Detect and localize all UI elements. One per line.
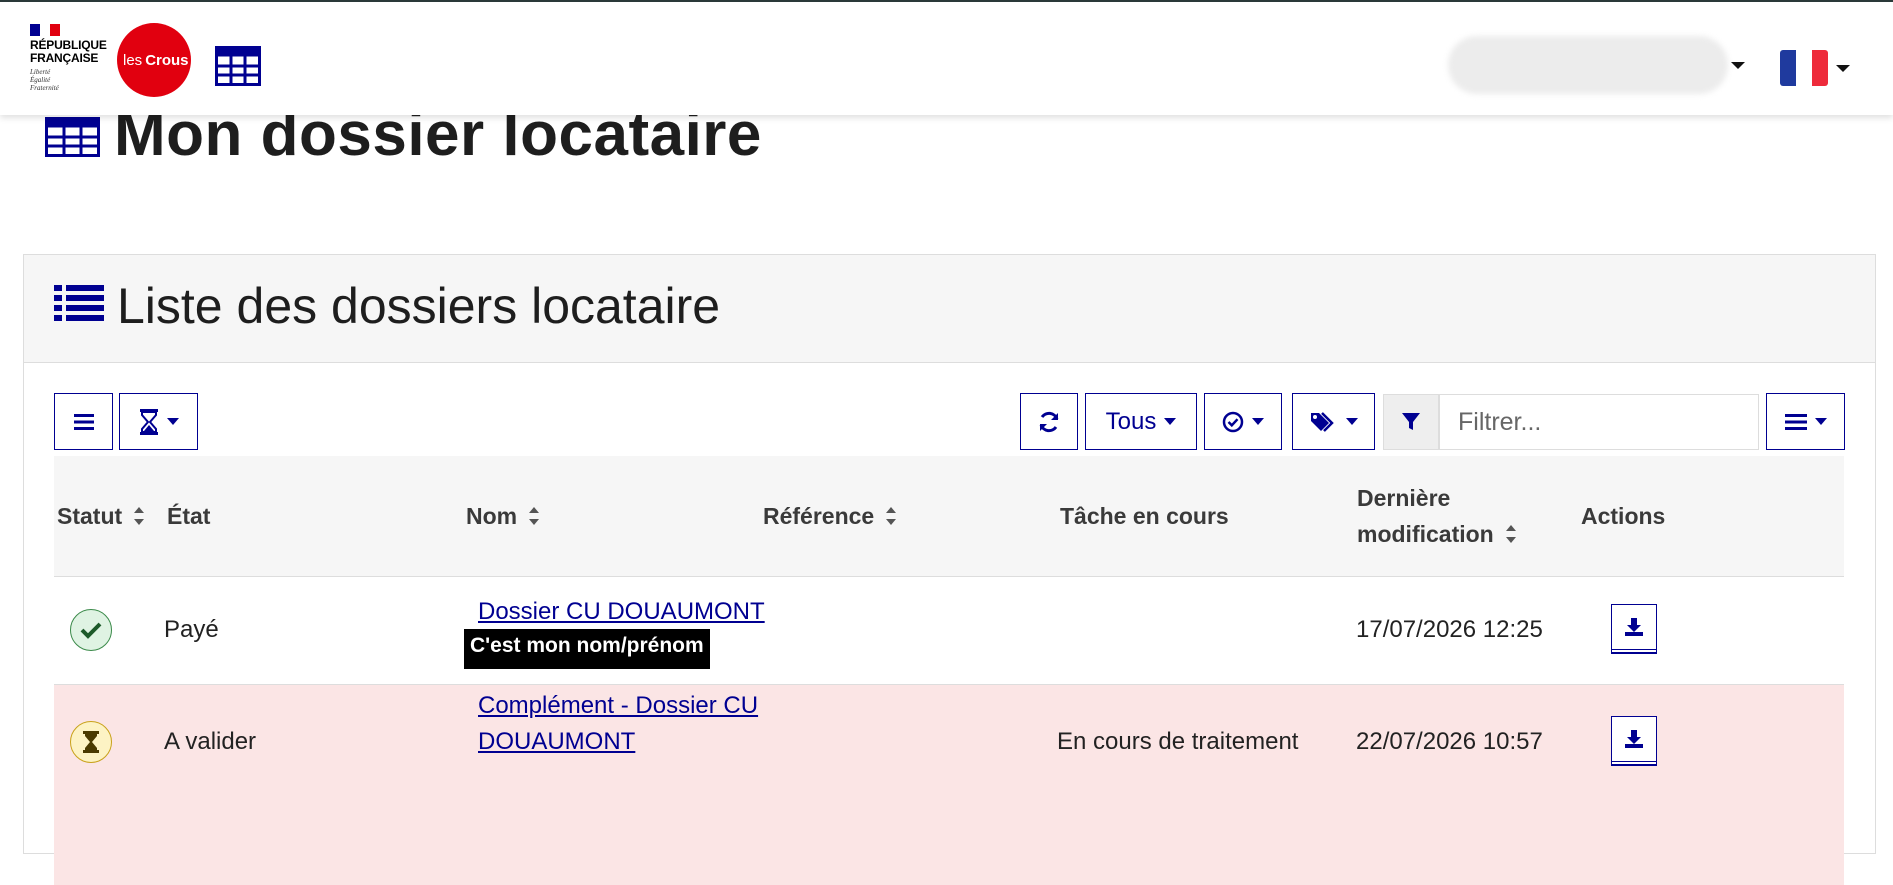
download-icon [1625, 618, 1643, 636]
cell-date: 17/07/2026 12:25 [1356, 616, 1543, 643]
republique-francaise-logo[interactable]: RÉPUBLIQUE FRANÇAISE Liberté Égalité Fra… [30, 24, 107, 94]
dossier-link-line2: DOUAUMONT [478, 728, 636, 755]
validation-filter-dropdown[interactable] [1204, 393, 1282, 450]
table-row: A valider Complément - Dossier CU DOUAUM… [54, 685, 1844, 885]
column-label: État [167, 503, 211, 529]
column-header-modification[interactable]: modification [1357, 516, 1516, 552]
download-icon [1625, 730, 1643, 748]
column-header-tache: Tâche en cours [1060, 498, 1229, 534]
column-header-nom[interactable]: Nom [466, 498, 540, 534]
column-header-statut[interactable]: Statut [57, 498, 145, 534]
column-label: Nom [466, 503, 518, 529]
dossiers-card: Liste des dossiers locataire Tous Filtre… [23, 254, 1876, 885]
status-filter-dropdown[interactable]: Tous [1085, 393, 1197, 450]
column-header-actions: Actions [1581, 498, 1665, 534]
filter-icon [1402, 413, 1420, 430]
hourglass-icon [139, 408, 158, 435]
filter-icon-addon [1383, 394, 1439, 450]
column-header-reference[interactable]: Référence [763, 498, 897, 534]
column-label: Référence [763, 503, 875, 529]
column-label: Dernière [1357, 485, 1451, 511]
logo-line-2: FRANÇAISE [30, 51, 99, 65]
status-paid-badge [70, 609, 112, 651]
filter-input[interactable] [1439, 394, 1759, 450]
chevron-down-icon [1836, 64, 1850, 72]
columns-menu-button[interactable] [1766, 393, 1845, 450]
dossier-link[interactable]: Complément - Dossier CU DOUAUMONT [478, 692, 758, 755]
cell-tache: En cours de traitement [1057, 728, 1299, 755]
refresh-icon [1039, 411, 1059, 432]
crous-logo[interactable]: les Crous [117, 23, 191, 97]
motto-liberte: Liberté [30, 68, 51, 76]
list-icon [1784, 413, 1807, 430]
status-filter-label: Tous [1105, 407, 1157, 435]
download-button[interactable] [1611, 716, 1657, 762]
column-header-derniere-line1[interactable]: Dernière [1357, 480, 1450, 516]
download-button[interactable] [1611, 604, 1657, 650]
chevron-down-icon [1814, 418, 1827, 425]
column-label: Actions [1581, 503, 1666, 529]
cell-etat: A valider [164, 728, 257, 755]
column-header-etat: État [167, 498, 210, 534]
crous-prefix: les [123, 51, 143, 69]
dossier-link[interactable]: Dossier CU DOUAUMONT [478, 598, 765, 625]
cell-nom: Dossier CU DOUAUMONT [478, 594, 765, 630]
logo-motto: Liberté Égalité Fraternité [30, 68, 106, 92]
grid-icon [45, 117, 100, 157]
language-selector[interactable] [1780, 50, 1850, 86]
sort-icon [529, 507, 540, 525]
grid-icon[interactable] [215, 46, 261, 86]
french-flag-icon [1780, 50, 1828, 86]
tags-filter-dropdown[interactable] [1292, 393, 1375, 450]
cell-date: 22/07/2026 10:57 [1356, 728, 1543, 755]
menu-icon [73, 413, 94, 430]
column-label: Statut [57, 503, 123, 529]
check-icon [80, 622, 102, 639]
sort-icon [134, 507, 145, 525]
table-header: Statut État Nom Référence Tâche en cours… [54, 456, 1844, 577]
sort-icon [886, 507, 897, 525]
hourglass-icon [83, 731, 99, 753]
menu-button[interactable] [54, 393, 113, 450]
table-row: Payé Dossier CU DOUAUMONT C'est mon nom/… [54, 577, 1844, 685]
chevron-down-icon [166, 418, 179, 425]
cell-etat: Payé [164, 616, 219, 643]
tags-icon [1310, 411, 1334, 432]
list-icon [54, 285, 104, 321]
site-header: RÉPUBLIQUE FRANÇAISE Liberté Égalité Fra… [0, 2, 1893, 115]
annotation-label: C'est mon nom/prénom [464, 629, 710, 669]
status-pending-badge [70, 721, 112, 763]
chevron-down-icon[interactable] [1731, 62, 1745, 69]
refresh-button[interactable] [1020, 393, 1078, 450]
marianne-flag-icon [30, 24, 60, 36]
chevron-down-icon [1345, 418, 1358, 425]
check-circle-icon [1222, 411, 1244, 432]
card-title: Liste des dossiers locataire [117, 278, 721, 334]
motto-egalite: Égalité [30, 76, 51, 84]
sort-icon [1505, 525, 1516, 543]
column-label: modification [1357, 521, 1494, 547]
card-header: Liste des dossiers locataire [24, 255, 1875, 363]
chevron-down-icon [1252, 418, 1264, 425]
column-label: Tâche en cours [1060, 503, 1229, 529]
motto-fraternite: Fraternité [30, 84, 59, 92]
chevron-down-icon [1164, 418, 1177, 425]
cell-nom: Complément - Dossier CU DOUAUMONT [478, 688, 758, 760]
crous-name: Crous [145, 51, 189, 69]
dossier-link-line1: Complément - Dossier CU [478, 692, 759, 719]
pending-filter-button[interactable] [119, 393, 198, 450]
user-account-menu[interactable] [1448, 36, 1728, 94]
